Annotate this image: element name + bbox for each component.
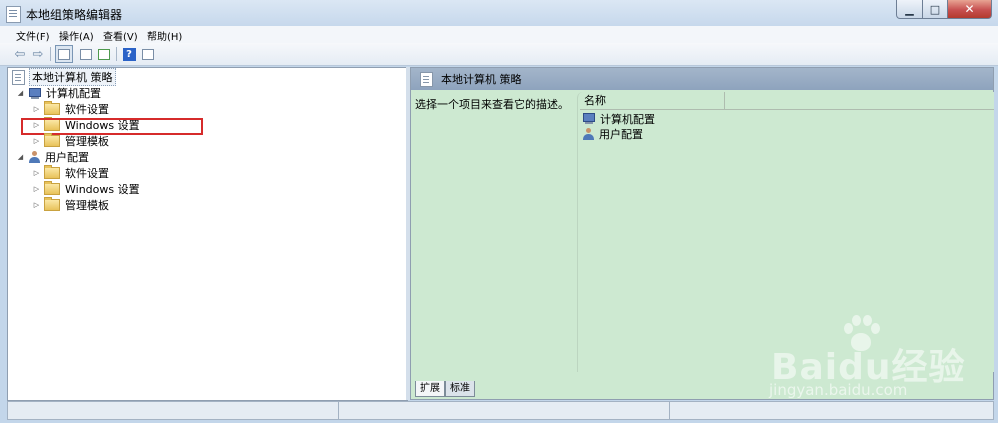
toolbar-separator xyxy=(50,47,51,61)
details-header: 本地计算机 策略 xyxy=(411,68,993,90)
expanded-arrow-icon[interactable]: ◢ xyxy=(16,153,25,161)
maximize-button[interactable]: □ xyxy=(923,0,948,19)
details-pane: 本地计算机 策略 选择一个项目来查看它的描述。 名称 计算机配置 用户配置 扩展… xyxy=(410,67,994,400)
properties-icon[interactable] xyxy=(78,46,94,62)
column-header-name[interactable]: 名称 xyxy=(580,92,725,110)
folder-icon xyxy=(44,197,60,211)
list-item-label: 计算机配置 xyxy=(600,112,655,126)
collapsed-arrow-icon[interactable]: ▷ xyxy=(32,201,41,209)
policy-icon xyxy=(12,69,25,85)
tree-item-label: 软件设置 xyxy=(65,167,109,180)
tree-item-user-config[interactable]: ◢ 用户配置 xyxy=(16,149,89,165)
folder-icon xyxy=(44,133,60,147)
tree-root-label: 本地计算机 策略 xyxy=(29,68,116,86)
close-button[interactable]: ✕ xyxy=(948,0,992,19)
show-hide-pane-icon[interactable] xyxy=(140,46,156,62)
back-arrow-icon[interactable]: ⇦ xyxy=(12,46,28,62)
menu-action[interactable]: 操作(A) xyxy=(59,28,94,43)
description-text: 选择一个项目来查看它的描述。 xyxy=(415,98,569,111)
column-header-filler xyxy=(725,92,994,110)
window-title: 本地组策略编辑器 xyxy=(26,8,123,22)
computer-icon xyxy=(582,113,596,124)
toolbar-separator xyxy=(116,47,117,61)
tree-item-label: 计算机配置 xyxy=(46,87,101,100)
tree-item-admin-templates[interactable]: ▷ 管理模板 xyxy=(32,133,109,149)
menu-help[interactable]: 帮助(H) xyxy=(147,28,182,43)
status-cell xyxy=(8,402,339,419)
items-list: 名称 计算机配置 用户配置 xyxy=(577,92,994,372)
list-item-user-config[interactable]: 用户配置 xyxy=(582,126,643,141)
console-tree: 本地计算机 策略 ◢ 计算机配置 ▷ 软件设置 ▷ Windows 设置 ▷ 管… xyxy=(7,67,408,401)
tab-standard[interactable]: 标准 xyxy=(445,381,475,397)
tree-root[interactable]: 本地计算机 策略 xyxy=(12,68,116,86)
export-list-icon[interactable] xyxy=(96,46,112,62)
tree-item-computer-config[interactable]: ◢ 计算机配置 xyxy=(16,85,101,101)
close-icon: ✕ xyxy=(964,2,975,16)
title-bar: 本地组策略编辑器 ▁ □ ✕ xyxy=(0,0,998,26)
menu-bar: 文件(F) 操作(A) 查看(V) 帮助(H) xyxy=(0,26,998,43)
forward-arrow-icon[interactable]: ⇨ xyxy=(30,46,46,62)
minimize-icon: ▁ xyxy=(905,2,914,16)
app-icon xyxy=(6,6,21,23)
folder-icon xyxy=(44,181,60,195)
status-cell xyxy=(339,402,670,419)
list-item-computer-config[interactable]: 计算机配置 xyxy=(582,111,655,126)
tree-item-user-windows-settings[interactable]: ▷ Windows 设置 xyxy=(32,181,140,197)
tab-extended[interactable]: 扩展 xyxy=(415,381,445,397)
tree-item-software-settings[interactable]: ▷ 软件设置 xyxy=(32,101,109,117)
tree-item-label: 管理模板 xyxy=(65,135,109,148)
collapsed-arrow-icon[interactable]: ▷ xyxy=(32,105,41,113)
help-icon[interactable]: ? xyxy=(121,46,137,62)
window-controls: ▁ □ ✕ xyxy=(896,0,992,19)
view-tabs: 扩展 标准 xyxy=(415,381,475,397)
details-header-title: 本地计算机 策略 xyxy=(441,73,522,86)
collapsed-arrow-icon[interactable]: ▷ xyxy=(32,185,41,193)
menu-view[interactable]: 查看(V) xyxy=(103,28,138,43)
computer-icon xyxy=(28,87,42,99)
collapsed-arrow-icon[interactable]: ▷ xyxy=(32,169,41,177)
expanded-arrow-icon[interactable]: ◢ xyxy=(16,89,25,97)
console-tree-icon[interactable] xyxy=(55,45,73,63)
tree-item-label: 管理模板 xyxy=(65,199,109,212)
tree-item-label: Windows 设置 xyxy=(65,183,140,196)
policy-icon xyxy=(420,71,433,87)
user-icon xyxy=(582,127,595,140)
folder-icon xyxy=(44,165,60,179)
collapsed-arrow-icon[interactable]: ▷ xyxy=(32,137,41,145)
list-item-label: 用户配置 xyxy=(599,127,643,141)
folder-icon xyxy=(44,101,60,115)
tree-item-label: 用户配置 xyxy=(45,151,89,164)
tree-item-user-admin-templates[interactable]: ▷ 管理模板 xyxy=(32,197,109,213)
minimize-button[interactable]: ▁ xyxy=(896,0,923,19)
maximize-icon: □ xyxy=(929,2,941,16)
tree-item-user-software-settings[interactable]: ▷ 软件设置 xyxy=(32,165,109,181)
menu-file[interactable]: 文件(F) xyxy=(16,28,50,43)
toolbar: ⇦ ⇨ ? xyxy=(0,43,998,66)
user-icon xyxy=(28,151,41,163)
tree-item-label: 软件设置 xyxy=(65,103,109,116)
status-bar xyxy=(7,401,994,420)
